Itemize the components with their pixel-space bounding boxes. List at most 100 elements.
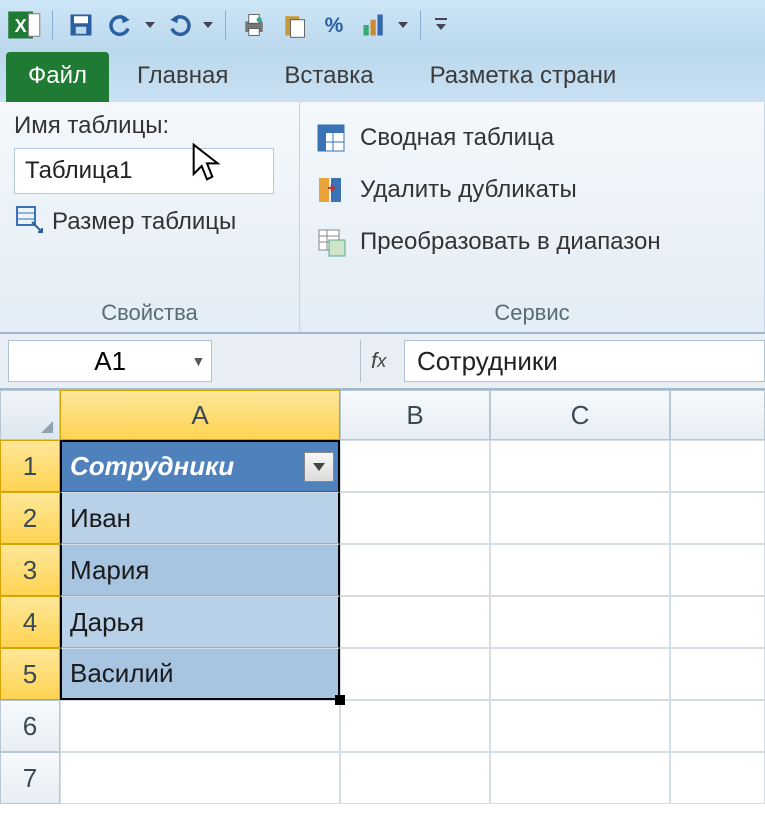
- resize-table-button[interactable]: Размер таблицы: [14, 204, 285, 239]
- row-header-5[interactable]: 5: [0, 648, 60, 700]
- name-box[interactable]: A1 ▼: [8, 340, 212, 382]
- group-service: Сводная таблица Удалить дубликаты Преобр…: [300, 102, 765, 332]
- cell-d3[interactable]: [670, 544, 765, 596]
- cell-b7[interactable]: [340, 752, 490, 804]
- remove-duplicates-label: Удалить дубликаты: [360, 176, 577, 204]
- formula-bar-row: A1 ▼ fx: [0, 334, 765, 390]
- resize-table-icon: [14, 204, 44, 239]
- cell-c1[interactable]: [490, 440, 670, 492]
- row-4: 4 Дарья: [0, 596, 765, 648]
- undo-button[interactable]: [103, 7, 139, 43]
- cell-a7[interactable]: [60, 752, 340, 804]
- cell-b2[interactable]: [340, 492, 490, 544]
- paste-button[interactable]: [276, 7, 312, 43]
- cell-b4[interactable]: [340, 596, 490, 648]
- cell-b1[interactable]: [340, 440, 490, 492]
- column-header-c[interactable]: C: [490, 390, 670, 440]
- filter-dropdown-button[interactable]: [304, 452, 334, 482]
- pivot-table-label: Сводная таблица: [360, 124, 554, 152]
- resize-table-label: Размер таблицы: [52, 208, 236, 236]
- cell-d4[interactable]: [670, 596, 765, 648]
- cell-b3[interactable]: [340, 544, 490, 596]
- formula-bar-input[interactable]: [404, 340, 765, 382]
- cell-c3[interactable]: [490, 544, 670, 596]
- table-header-text: Сотрудники: [70, 451, 234, 482]
- name-box-dropdown-icon[interactable]: ▼: [192, 353, 206, 369]
- save-button[interactable]: [63, 7, 99, 43]
- table-name-input[interactable]: [14, 148, 274, 194]
- row-header-7[interactable]: 7: [0, 752, 60, 804]
- tab-insert[interactable]: Вставка: [256, 52, 401, 102]
- table-name-label: Имя таблицы:: [14, 112, 285, 140]
- row-header-1[interactable]: 1: [0, 440, 60, 492]
- cell-b6[interactable]: [340, 700, 490, 752]
- convert-range-label: Преобразовать в диапазон: [360, 228, 661, 256]
- svg-text:%: %: [325, 14, 344, 37]
- convert-to-range-button[interactable]: Преобразовать в диапазон: [314, 216, 750, 268]
- row-header-3[interactable]: 3: [0, 544, 60, 596]
- column-headers: A B C: [0, 390, 765, 440]
- row-header-2[interactable]: 2: [0, 492, 60, 544]
- insert-function-button[interactable]: fx: [360, 340, 396, 382]
- chart-dropdown-icon[interactable]: [396, 7, 410, 43]
- remove-duplicates-icon: [314, 173, 348, 207]
- cell-a5[interactable]: Василий: [60, 648, 340, 700]
- cell-a2[interactable]: Иван: [60, 492, 340, 544]
- cell-a3[interactable]: Мария: [60, 544, 340, 596]
- tab-file[interactable]: Файл: [6, 52, 109, 102]
- cell-a6[interactable]: [60, 700, 340, 752]
- row-3: 3 Мария: [0, 544, 765, 596]
- qat-customize-icon[interactable]: [431, 7, 451, 43]
- cell-c5[interactable]: [490, 648, 670, 700]
- qat-separator: [225, 10, 226, 40]
- cell-c7[interactable]: [490, 752, 670, 804]
- cell-d6[interactable]: [670, 700, 765, 752]
- cell-d1[interactable]: [670, 440, 765, 492]
- cell-b5[interactable]: [340, 648, 490, 700]
- qat-separator: [52, 10, 53, 40]
- group-label-service: Сервис: [300, 300, 764, 326]
- convert-range-icon: [314, 225, 348, 259]
- quick-access-toolbar: X %: [0, 0, 765, 50]
- row-header-6[interactable]: 6: [0, 700, 60, 752]
- row-2: 2 Иван: [0, 492, 765, 544]
- column-header-a[interactable]: A: [60, 390, 340, 440]
- undo-dropdown-icon[interactable]: [143, 7, 157, 43]
- cell-c6[interactable]: [490, 700, 670, 752]
- remove-duplicates-button[interactable]: Удалить дубликаты: [314, 164, 750, 216]
- row-6: 6: [0, 700, 765, 752]
- percent-button[interactable]: %: [316, 7, 352, 43]
- row-1: 1 Сотрудники: [0, 440, 765, 492]
- cell-c4[interactable]: [490, 596, 670, 648]
- cell-d2[interactable]: [670, 492, 765, 544]
- row-7: 7: [0, 752, 765, 804]
- row-header-4[interactable]: 4: [0, 596, 60, 648]
- group-label-properties: Свойства: [0, 300, 299, 326]
- cell-a4[interactable]: Дарья: [60, 596, 340, 648]
- tab-pagelayout[interactable]: Разметка страни: [402, 52, 645, 102]
- pivot-table-button[interactable]: Сводная таблица: [314, 112, 750, 164]
- ribbon: Имя таблицы: Размер таблицы Свойства Сво…: [0, 102, 765, 334]
- cell-a1[interactable]: Сотрудники: [60, 440, 340, 492]
- name-box-value: A1: [94, 346, 126, 377]
- column-header-d[interactable]: [670, 390, 765, 440]
- redo-dropdown-icon[interactable]: [201, 7, 215, 43]
- group-properties: Имя таблицы: Размер таблицы Свойства: [0, 102, 300, 332]
- column-header-b[interactable]: B: [340, 390, 490, 440]
- redo-button[interactable]: [161, 7, 197, 43]
- ribbon-tabs: Файл Главная Вставка Разметка страни: [0, 50, 765, 102]
- pivot-table-icon: [314, 121, 348, 155]
- chart-wizard-button[interactable]: [356, 7, 392, 43]
- print-button[interactable]: [236, 7, 272, 43]
- cell-c2[interactable]: [490, 492, 670, 544]
- qat-separator: [420, 10, 421, 40]
- spreadsheet-grid: A B C 1 Сотрудники 2 Иван 3 Мария 4 Дарь…: [0, 390, 765, 804]
- cell-d7[interactable]: [670, 752, 765, 804]
- selection-handle-icon[interactable]: [335, 695, 345, 705]
- cell-d5[interactable]: [670, 648, 765, 700]
- svg-text:X: X: [15, 16, 27, 36]
- select-all-corner[interactable]: [0, 390, 60, 440]
- row-5: 5 Василий: [0, 648, 765, 700]
- excel-app-icon: X: [6, 7, 42, 43]
- tab-home[interactable]: Главная: [109, 52, 256, 102]
